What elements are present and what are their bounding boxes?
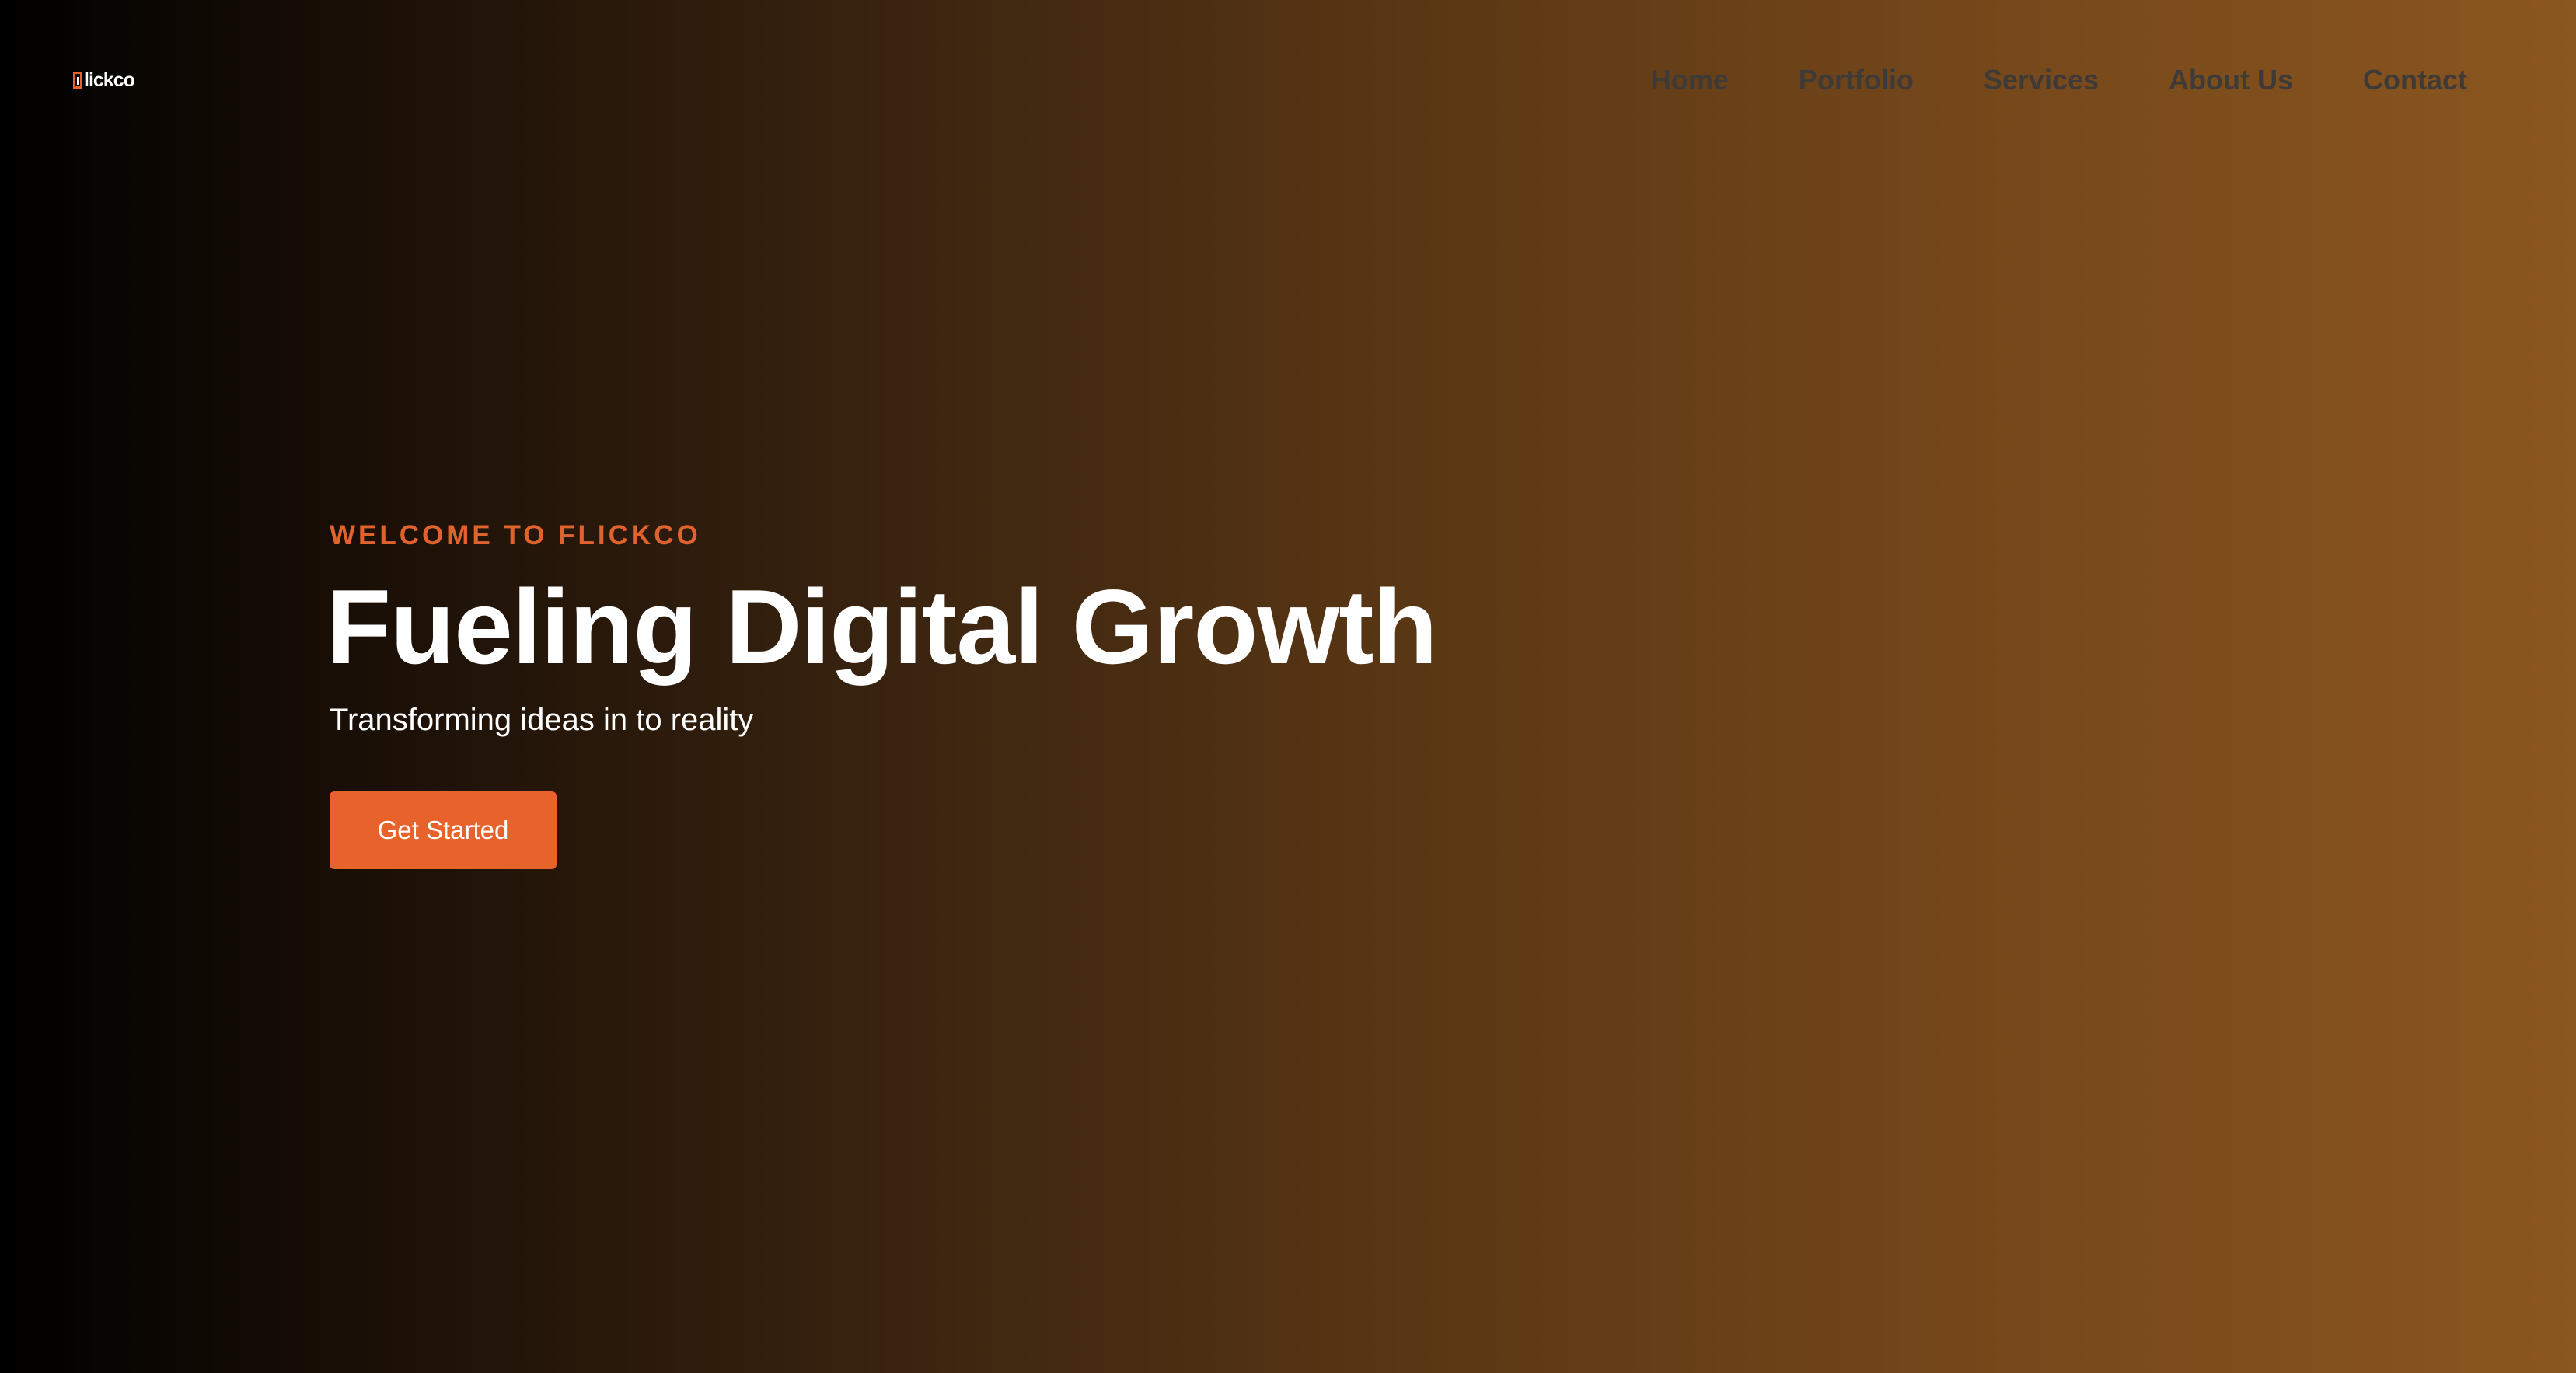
logo-mark-icon xyxy=(73,72,82,89)
nav-item-about-us[interactable]: About Us xyxy=(2169,61,2293,100)
main-nav: Home Portfolio Services About Us Contact xyxy=(1651,61,2467,100)
hero-eyebrow: WELCOME TO FLICKCO xyxy=(330,520,701,550)
nav-item-home[interactable]: Home xyxy=(1651,61,1729,100)
get-started-button[interactable]: Get Started xyxy=(330,791,557,869)
nav-item-services[interactable]: Services xyxy=(1984,61,2099,100)
hero-headline: Fueling Digital Growth xyxy=(326,568,1438,686)
hero-subhead: Transforming ideas in to reality xyxy=(330,703,754,737)
brand-logo[interactable]: lickco xyxy=(73,69,135,91)
hero-section: WELCOME TO FLICKCO Fueling Digital Growt… xyxy=(326,516,1438,869)
logo-text: lickco xyxy=(84,69,135,91)
nav-item-portfolio[interactable]: Portfolio xyxy=(1799,61,1914,100)
nav-item-contact[interactable]: Contact xyxy=(2363,61,2467,100)
